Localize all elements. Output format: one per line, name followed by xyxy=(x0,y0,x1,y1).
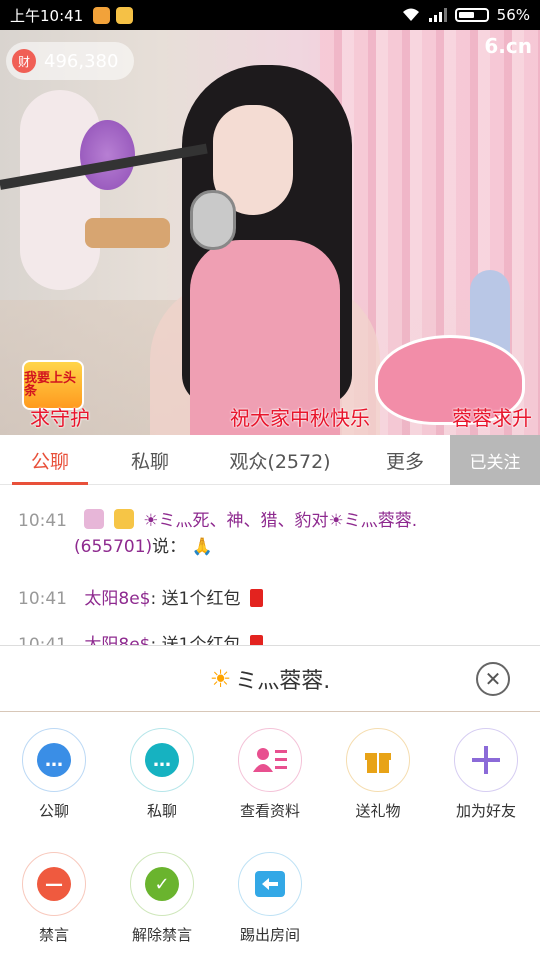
chat-message: 10:41 太阳8e$: 送1个红包 xyxy=(18,631,263,645)
chat-list[interactable]: 10:41 ☀ミ灬死、神、猎、豹对☀ミ灬蓉蓉. (655701)说： 🙏 10:… xyxy=(0,485,540,645)
unmute-check-icon: ✓ xyxy=(145,867,179,901)
app-root: 上午10:41 56% 财 496,380 6.cn 我要上头条 求守护 祝大家… xyxy=(0,0,540,960)
action-kick-out[interactable]: 踢出房间 xyxy=(216,852,324,945)
tab-audience[interactable]: 观众(2572) xyxy=(200,435,360,485)
gift-icon xyxy=(365,753,391,773)
tab-public-chat[interactable]: 公聊 xyxy=(0,435,100,485)
praying-emoji-icon: 🙏 xyxy=(191,537,213,557)
coin-badge[interactable]: 财 496,380 xyxy=(6,42,135,80)
app-notification-icon xyxy=(116,6,134,24)
user-badge-icon xyxy=(84,509,105,529)
action-label: 踢出房间 xyxy=(239,926,300,944)
action-send-gift[interactable]: 送礼物 xyxy=(324,728,432,821)
profile-card-icon xyxy=(253,748,287,772)
plus-icon xyxy=(472,746,500,774)
action-ring: — xyxy=(22,852,86,916)
message-time: 10:41 xyxy=(18,589,67,609)
message-text: : 送1个红包 xyxy=(150,589,241,609)
user-id[interactable]: (655701) xyxy=(74,537,152,557)
action-mute[interactable]: — 禁言 xyxy=(0,852,108,945)
vip-badge-icon xyxy=(113,509,134,529)
chat-message-cont: (655701)说： 🙏 xyxy=(74,533,213,561)
action-label: 私聊 xyxy=(146,802,177,820)
battery-level-fill xyxy=(458,12,474,18)
status-right: 56% xyxy=(401,6,530,24)
status-bar: 上午10:41 56% xyxy=(0,0,540,30)
action-ring xyxy=(346,728,410,792)
action-view-profile[interactable]: 查看资料 xyxy=(216,728,324,821)
close-button[interactable]: ✕ xyxy=(476,662,510,696)
message-icon: … xyxy=(145,743,179,777)
wifi-icon xyxy=(402,8,419,21)
sheet-title: ミ灬蓉蓉. xyxy=(235,668,331,694)
signal-icon xyxy=(428,8,447,22)
battery-percent: 56% xyxy=(496,6,530,24)
microphone xyxy=(190,190,236,250)
action-ring xyxy=(454,728,518,792)
close-icon: ✕ xyxy=(484,667,502,691)
site-logo: 6.cn xyxy=(484,34,532,58)
action-label: 解除禁言 xyxy=(131,926,192,944)
message-text: : 送1个红包 xyxy=(150,635,241,645)
kick-out-icon xyxy=(255,871,285,897)
message-time: 10:41 xyxy=(18,511,67,531)
flower-decoration xyxy=(80,120,135,190)
overlay-left-text: 求守护 xyxy=(30,406,90,430)
status-time: 上午10:41 xyxy=(10,6,84,25)
overlay-right-text: 蓉蓉求升 xyxy=(452,406,532,430)
action-label: 查看资料 xyxy=(239,802,300,820)
battery-icon xyxy=(454,8,489,22)
tab-more[interactable]: 更多 xyxy=(360,435,450,485)
action-label: 送礼物 xyxy=(355,802,401,820)
action-ring: ✓ xyxy=(130,852,194,916)
action-ring xyxy=(238,728,302,792)
action-ring: … xyxy=(22,728,86,792)
action-unmute[interactable]: ✓ 解除禁言 xyxy=(108,852,216,945)
coin-count: 496,380 xyxy=(44,50,119,72)
message-username[interactable]: 太阳8e$ xyxy=(84,589,150,609)
live-video[interactable]: 财 496,380 6.cn 我要上头条 求守护 祝大家中秋快乐 蓉蓉求升 xyxy=(0,30,540,435)
mute-icon: — xyxy=(37,867,71,901)
user-action-sheet: ☀ ミ灬蓉蓉. ✕ … 公聊 … 私聊 查看资料 送礼物 加为好友 — 禁言 ✓… xyxy=(0,645,540,960)
message-text: 说： xyxy=(152,537,187,557)
message-time: 10:41 xyxy=(18,635,67,645)
tab-bar: 公聊 私聊 观众(2572) 更多 已关注 xyxy=(0,435,540,485)
action-label: 加为好友 xyxy=(455,802,516,820)
action-label: 公聊 xyxy=(38,802,69,820)
message-username[interactable]: 太阳8e$ xyxy=(84,635,150,645)
overlay-center-text: 祝大家中秋快乐 xyxy=(230,406,370,430)
coin-icon: 财 xyxy=(12,49,36,73)
sheet-header: ☀ ミ灬蓉蓉. ✕ xyxy=(0,646,540,712)
sun-icon: ☀ xyxy=(209,664,232,693)
action-add-friend[interactable]: 加为好友 xyxy=(432,728,540,821)
chat-bubbles-icon: … xyxy=(37,743,71,777)
chat-message: 10:41 ☀ミ灬死、神、猎、豹对☀ミ灬蓉蓉. xyxy=(18,507,417,535)
action-label: 禁言 xyxy=(38,926,69,944)
red-envelope-icon xyxy=(249,589,263,607)
follow-button[interactable]: 已关注 xyxy=(450,435,540,485)
action-ring xyxy=(238,852,302,916)
tab-private-chat[interactable]: 私聊 xyxy=(100,435,200,485)
red-envelope-icon xyxy=(249,635,263,645)
chat-message: 10:41 太阳8e$: 送1个红包 xyxy=(18,585,263,613)
action-ring: … xyxy=(130,728,194,792)
action-public-chat[interactable]: … 公聊 xyxy=(0,728,108,821)
teddy-bear xyxy=(20,90,100,290)
message-header[interactable]: ☀ミ灬死、神、猎、豹对☀ミ灬蓉蓉. xyxy=(143,511,417,531)
app-notification-icon xyxy=(93,6,111,24)
action-private-chat[interactable]: … 私聊 xyxy=(108,728,216,821)
mic-holder xyxy=(85,218,170,248)
